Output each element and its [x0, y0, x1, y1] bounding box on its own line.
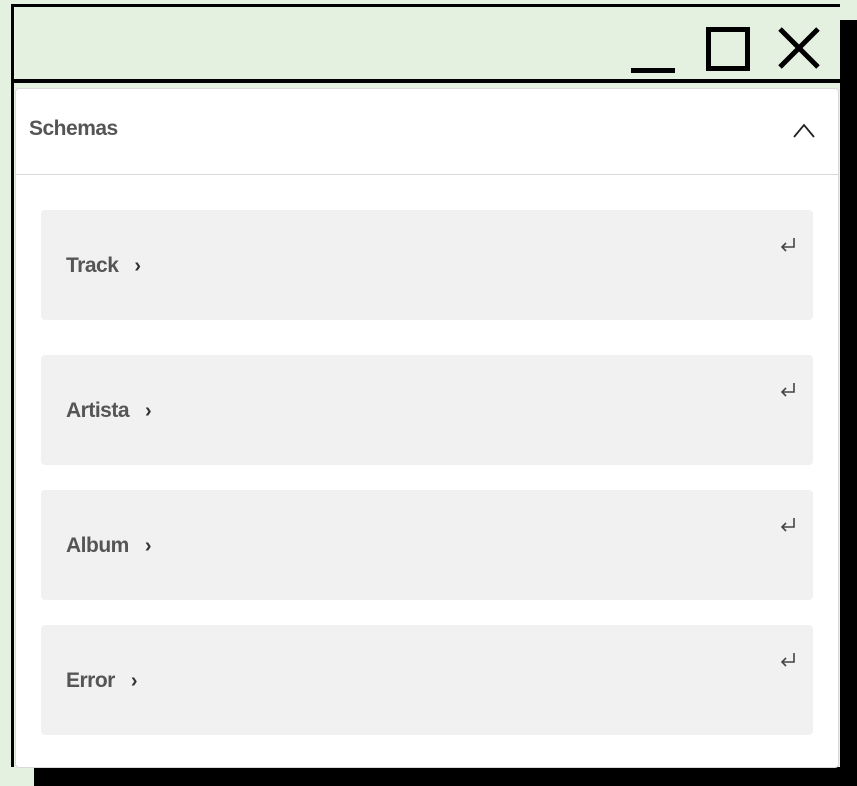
schema-item-track[interactable]: Track ›: [41, 210, 813, 320]
schema-item-album[interactable]: Album ›: [41, 490, 813, 600]
schemas-panel: Schemas Track › Artista › Album › Error …: [16, 89, 838, 767]
schema-item-artista[interactable]: Artista ›: [41, 355, 813, 465]
schema-item-label: Artista ›: [66, 399, 152, 423]
enter-icon[interactable]: [777, 514, 799, 536]
chevron-right-icon: ›: [144, 535, 152, 557]
schema-item-text: Artista: [66, 399, 130, 422]
schema-item-text: Track: [66, 254, 119, 277]
chevron-right-icon: ›: [130, 670, 138, 692]
schema-item-error[interactable]: Error ›: [41, 625, 813, 735]
chevron-right-icon: ›: [134, 255, 141, 277]
maximize-icon[interactable]: [704, 25, 754, 75]
app-window: Schemas Track › Artista › Album › Error …: [11, 4, 840, 767]
enter-icon[interactable]: [777, 234, 799, 256]
schemas-panel-header[interactable]: Schemas: [16, 89, 838, 175]
schema-item-label: Album ›: [66, 534, 152, 558]
schema-item-label: Track ›: [66, 254, 141, 278]
enter-icon[interactable]: [777, 649, 799, 671]
enter-icon[interactable]: [777, 379, 799, 401]
schema-item-label: Error ›: [66, 669, 138, 693]
chevron-right-icon: ›: [145, 400, 152, 422]
minimize-icon[interactable]: [629, 25, 679, 75]
panel-title: Schemas: [29, 117, 118, 140]
schema-item-text: Error: [66, 669, 115, 692]
title-bar[interactable]: [14, 7, 840, 83]
close-icon[interactable]: [774, 25, 824, 75]
chevron-up-icon[interactable]: [790, 117, 818, 145]
schema-item-text: Album: [66, 534, 129, 557]
